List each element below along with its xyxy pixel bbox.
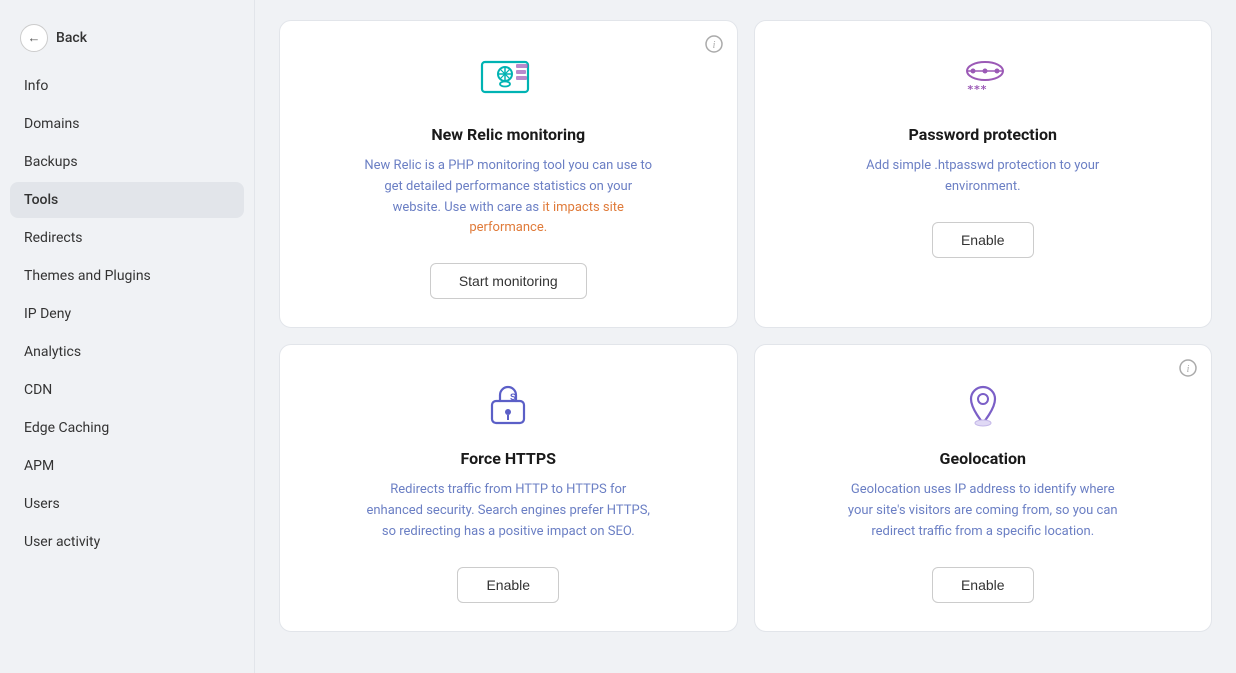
geolocation-enable-button[interactable]: Enable (932, 567, 1034, 603)
sidebar-item-backups[interactable]: Backups (10, 144, 244, 180)
sidebar-item-ip-deny[interactable]: IP Deny (10, 296, 244, 332)
tools-grid: i New Relic monitoring (279, 20, 1212, 632)
force-https-card: S Force HTTPS Redirects traffic from HTT… (279, 344, 738, 631)
new-relic-icon (478, 53, 538, 109)
geolocation-info-icon[interactable]: i (1179, 359, 1197, 381)
sidebar-item-info[interactable]: Info (10, 68, 244, 104)
new-relic-info-icon[interactable]: i (705, 35, 723, 57)
force-https-title: Force HTTPS (461, 449, 557, 468)
new-relic-description: New Relic is a PHP monitoring tool you c… (363, 156, 653, 239)
password-protection-description: Add simple .htpasswd protection to your … (838, 156, 1128, 198)
sidebar-item-users[interactable]: Users (10, 486, 244, 522)
geolocation-description: Geolocation uses IP address to identify … (838, 480, 1128, 542)
geolocation-icon (957, 377, 1009, 433)
sidebar-item-domains[interactable]: Domains (10, 106, 244, 142)
sidebar-item-redirects[interactable]: Redirects (10, 220, 244, 256)
svg-text:i: i (1187, 364, 1190, 375)
sidebar-item-apm[interactable]: APM (10, 448, 244, 484)
sidebar-item-user-activity[interactable]: User activity (10, 524, 244, 560)
sidebar-item-cdn[interactable]: CDN (10, 372, 244, 408)
sidebar: ← Back Info Domains Backups Tools Redire… (0, 0, 255, 673)
start-monitoring-button[interactable]: Start monitoring (430, 263, 587, 299)
back-label: Back (56, 30, 87, 46)
force-https-enable-button[interactable]: Enable (457, 567, 559, 603)
new-relic-title: New Relic monitoring (431, 125, 585, 144)
back-arrow-icon: ← (20, 24, 48, 52)
back-button[interactable]: ← Back (0, 16, 254, 68)
password-icon: *** (953, 53, 1013, 109)
svg-text:i: i (712, 40, 715, 51)
force-https-description: Redirects traffic from HTTP to HTTPS for… (363, 480, 653, 542)
svg-text:***: *** (967, 83, 987, 96)
sidebar-nav: Info Domains Backups Tools Redirects The… (0, 68, 254, 560)
password-enable-button[interactable]: Enable (932, 222, 1034, 258)
force-https-icon: S (482, 377, 534, 433)
sidebar-item-analytics[interactable]: Analytics (10, 334, 244, 370)
password-protection-title: Password protection (909, 125, 1057, 144)
sidebar-item-tools[interactable]: Tools (10, 182, 244, 218)
new-relic-highlight: it impacts site performance. (469, 200, 624, 236)
new-relic-card: i New Relic monitoring (279, 20, 738, 328)
svg-text:S: S (510, 392, 516, 402)
geolocation-title: Geolocation (940, 449, 1026, 468)
sidebar-item-themes-plugins[interactable]: Themes and Plugins (10, 258, 244, 294)
sidebar-item-edge-caching[interactable]: Edge Caching (10, 410, 244, 446)
geolocation-card: i Geolocation Geolocation uses IP addres… (754, 344, 1213, 631)
password-protection-card: *** Password protection Add simple .htpa… (754, 20, 1213, 328)
main-content: i New Relic monitoring (255, 0, 1236, 673)
